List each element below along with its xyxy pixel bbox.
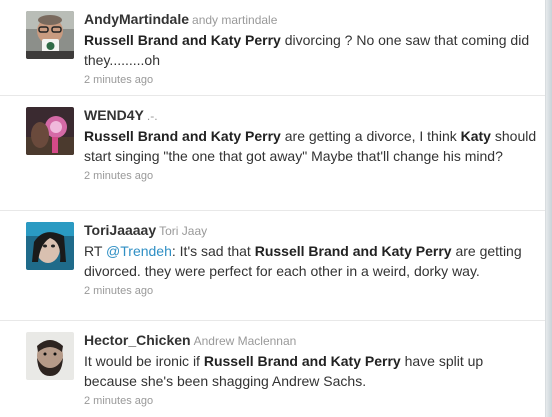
tweet-header: WEND4Y .-. — [84, 107, 539, 125]
keyword-highlight: Katy — [460, 128, 491, 144]
avatar[interactable] — [26, 107, 74, 155]
timestamp[interactable]: 2 minutes ago — [84, 394, 539, 408]
keyword-highlight: Russell Brand and Katy Perry — [203, 353, 401, 369]
tweet-header: Hector_Chicken Andrew Maclennan — [84, 332, 539, 350]
tweet-stream: AndyMartindale andy martindale Russell Br… — [0, 0, 545, 417]
keyword-highlight: Russell Brand and Katy Perry — [84, 32, 281, 48]
screen-name[interactable]: Hector_Chicken — [84, 332, 191, 348]
avatar-girl-selfie-icon — [26, 222, 74, 270]
avatar-bearded-man-icon — [26, 332, 74, 380]
tweet-text-segment: : It's sad that — [171, 243, 255, 259]
timestamp[interactable]: 2 minutes ago — [84, 169, 539, 183]
tweet-text: It would be ironic if Russell Brand and … — [84, 351, 539, 391]
timestamp[interactable]: 2 minutes ago — [84, 73, 539, 87]
avatar[interactable] — [26, 332, 74, 380]
tweet-header: ToriJaaaay Tori Jaay — [84, 222, 539, 240]
screen-name[interactable]: AndyMartindale — [84, 11, 189, 27]
keyword-highlight: Russell Brand and Katy Perry — [254, 243, 452, 259]
tweet-item[interactable]: Hector_Chicken Andrew Maclennan It would … — [0, 321, 545, 417]
tweet-content: Hector_Chicken Andrew Maclennan It would … — [84, 332, 539, 408]
full-name: Tori Jaay — [159, 224, 208, 238]
full-name: Andrew Maclennan — [193, 334, 297, 348]
tweet-item[interactable]: ToriJaaaay Tori Jaay RT @Trendeh: It's sa… — [0, 211, 545, 321]
tweet-text-segment: It would be ironic if — [84, 353, 204, 369]
avatar[interactable] — [26, 11, 74, 59]
tweet-text-segment: RT — [84, 243, 107, 259]
tweet-content: WEND4Y .-. Russell Brand and Katy Perry a… — [84, 107, 539, 183]
mention-link[interactable]: @Trendeh — [106, 243, 172, 259]
tweet-text-segment: are getting a divorce, I think — [280, 128, 461, 144]
avatar-man-with-mug-icon — [26, 11, 74, 59]
tweet-content: AndyMartindale andy martindale Russell Br… — [84, 11, 539, 87]
tweet-text: RT @Trendeh: It's sad that Russell Brand… — [84, 241, 539, 281]
tweet-text: Russell Brand and Katy Perry are getting… — [84, 126, 539, 166]
tweet-content: ToriJaaaay Tori Jaay RT @Trendeh: It's sa… — [84, 222, 539, 298]
keyword-highlight: Russell Brand and Katy Perry — [84, 128, 281, 144]
screen-name[interactable]: WEND4Y — [84, 107, 144, 123]
tweet-header: AndyMartindale andy martindale — [84, 11, 539, 29]
tweet-text: Russell Brand and Katy Perry divorcing ?… — [84, 30, 539, 70]
scrollbar[interactable] — [545, 0, 552, 417]
screen-name[interactable]: ToriJaaaay — [84, 222, 156, 238]
timestamp[interactable]: 2 minutes ago — [84, 284, 539, 298]
full-name: .-. — [146, 109, 158, 123]
avatar-pink-light-icon — [26, 107, 74, 155]
tweet-item[interactable]: WEND4Y .-. Russell Brand and Katy Perry a… — [0, 96, 545, 211]
full-name: andy martindale — [192, 13, 278, 27]
avatar[interactable] — [26, 222, 74, 270]
tweet-item[interactable]: AndyMartindale andy martindale Russell Br… — [0, 0, 545, 96]
